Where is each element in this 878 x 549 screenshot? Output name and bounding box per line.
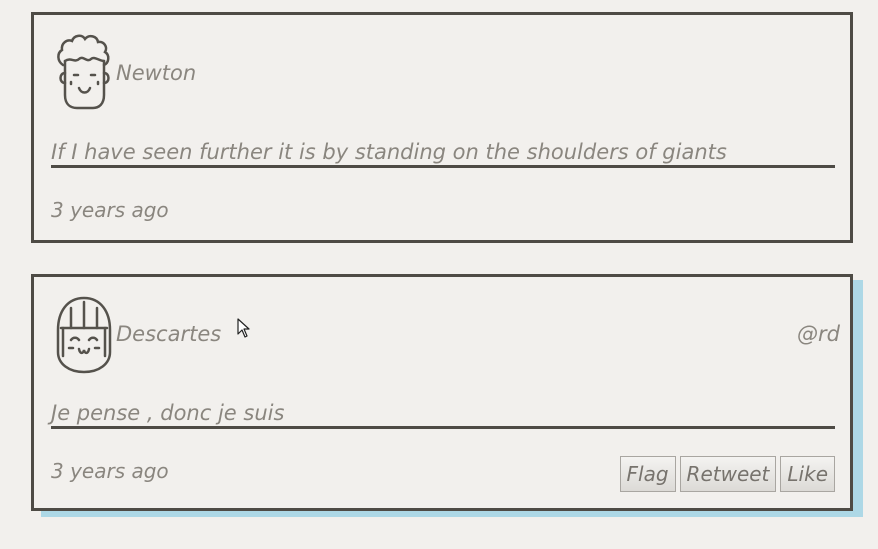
author-name[interactable]: Descartes: [116, 322, 221, 346]
timestamp: 3 years ago: [51, 459, 169, 483]
tweet-actions: Flag Retweet Like: [619, 456, 835, 492]
bob-hair-avatar-icon: [56, 296, 112, 374]
tweet-card: Newton If I have seen further it is by s…: [31, 12, 853, 243]
retweet-button[interactable]: Retweet: [679, 456, 777, 492]
author-handle[interactable]: @rd: [797, 322, 840, 346]
like-button[interactable]: Like: [780, 456, 835, 492]
tweet-card: Descartes @rd Je pense , donc je suis 3 …: [31, 274, 853, 511]
curly-hair-avatar-icon: [57, 34, 110, 110]
mouse-cursor-icon: [237, 318, 250, 338]
author-name[interactable]: Newton: [116, 61, 196, 85]
timestamp: 3 years ago: [51, 198, 169, 222]
tweet-text: Je pense , donc je suis: [51, 401, 835, 429]
flag-button[interactable]: Flag: [619, 456, 676, 492]
tweet-text: If I have seen further it is by standing…: [51, 140, 835, 168]
